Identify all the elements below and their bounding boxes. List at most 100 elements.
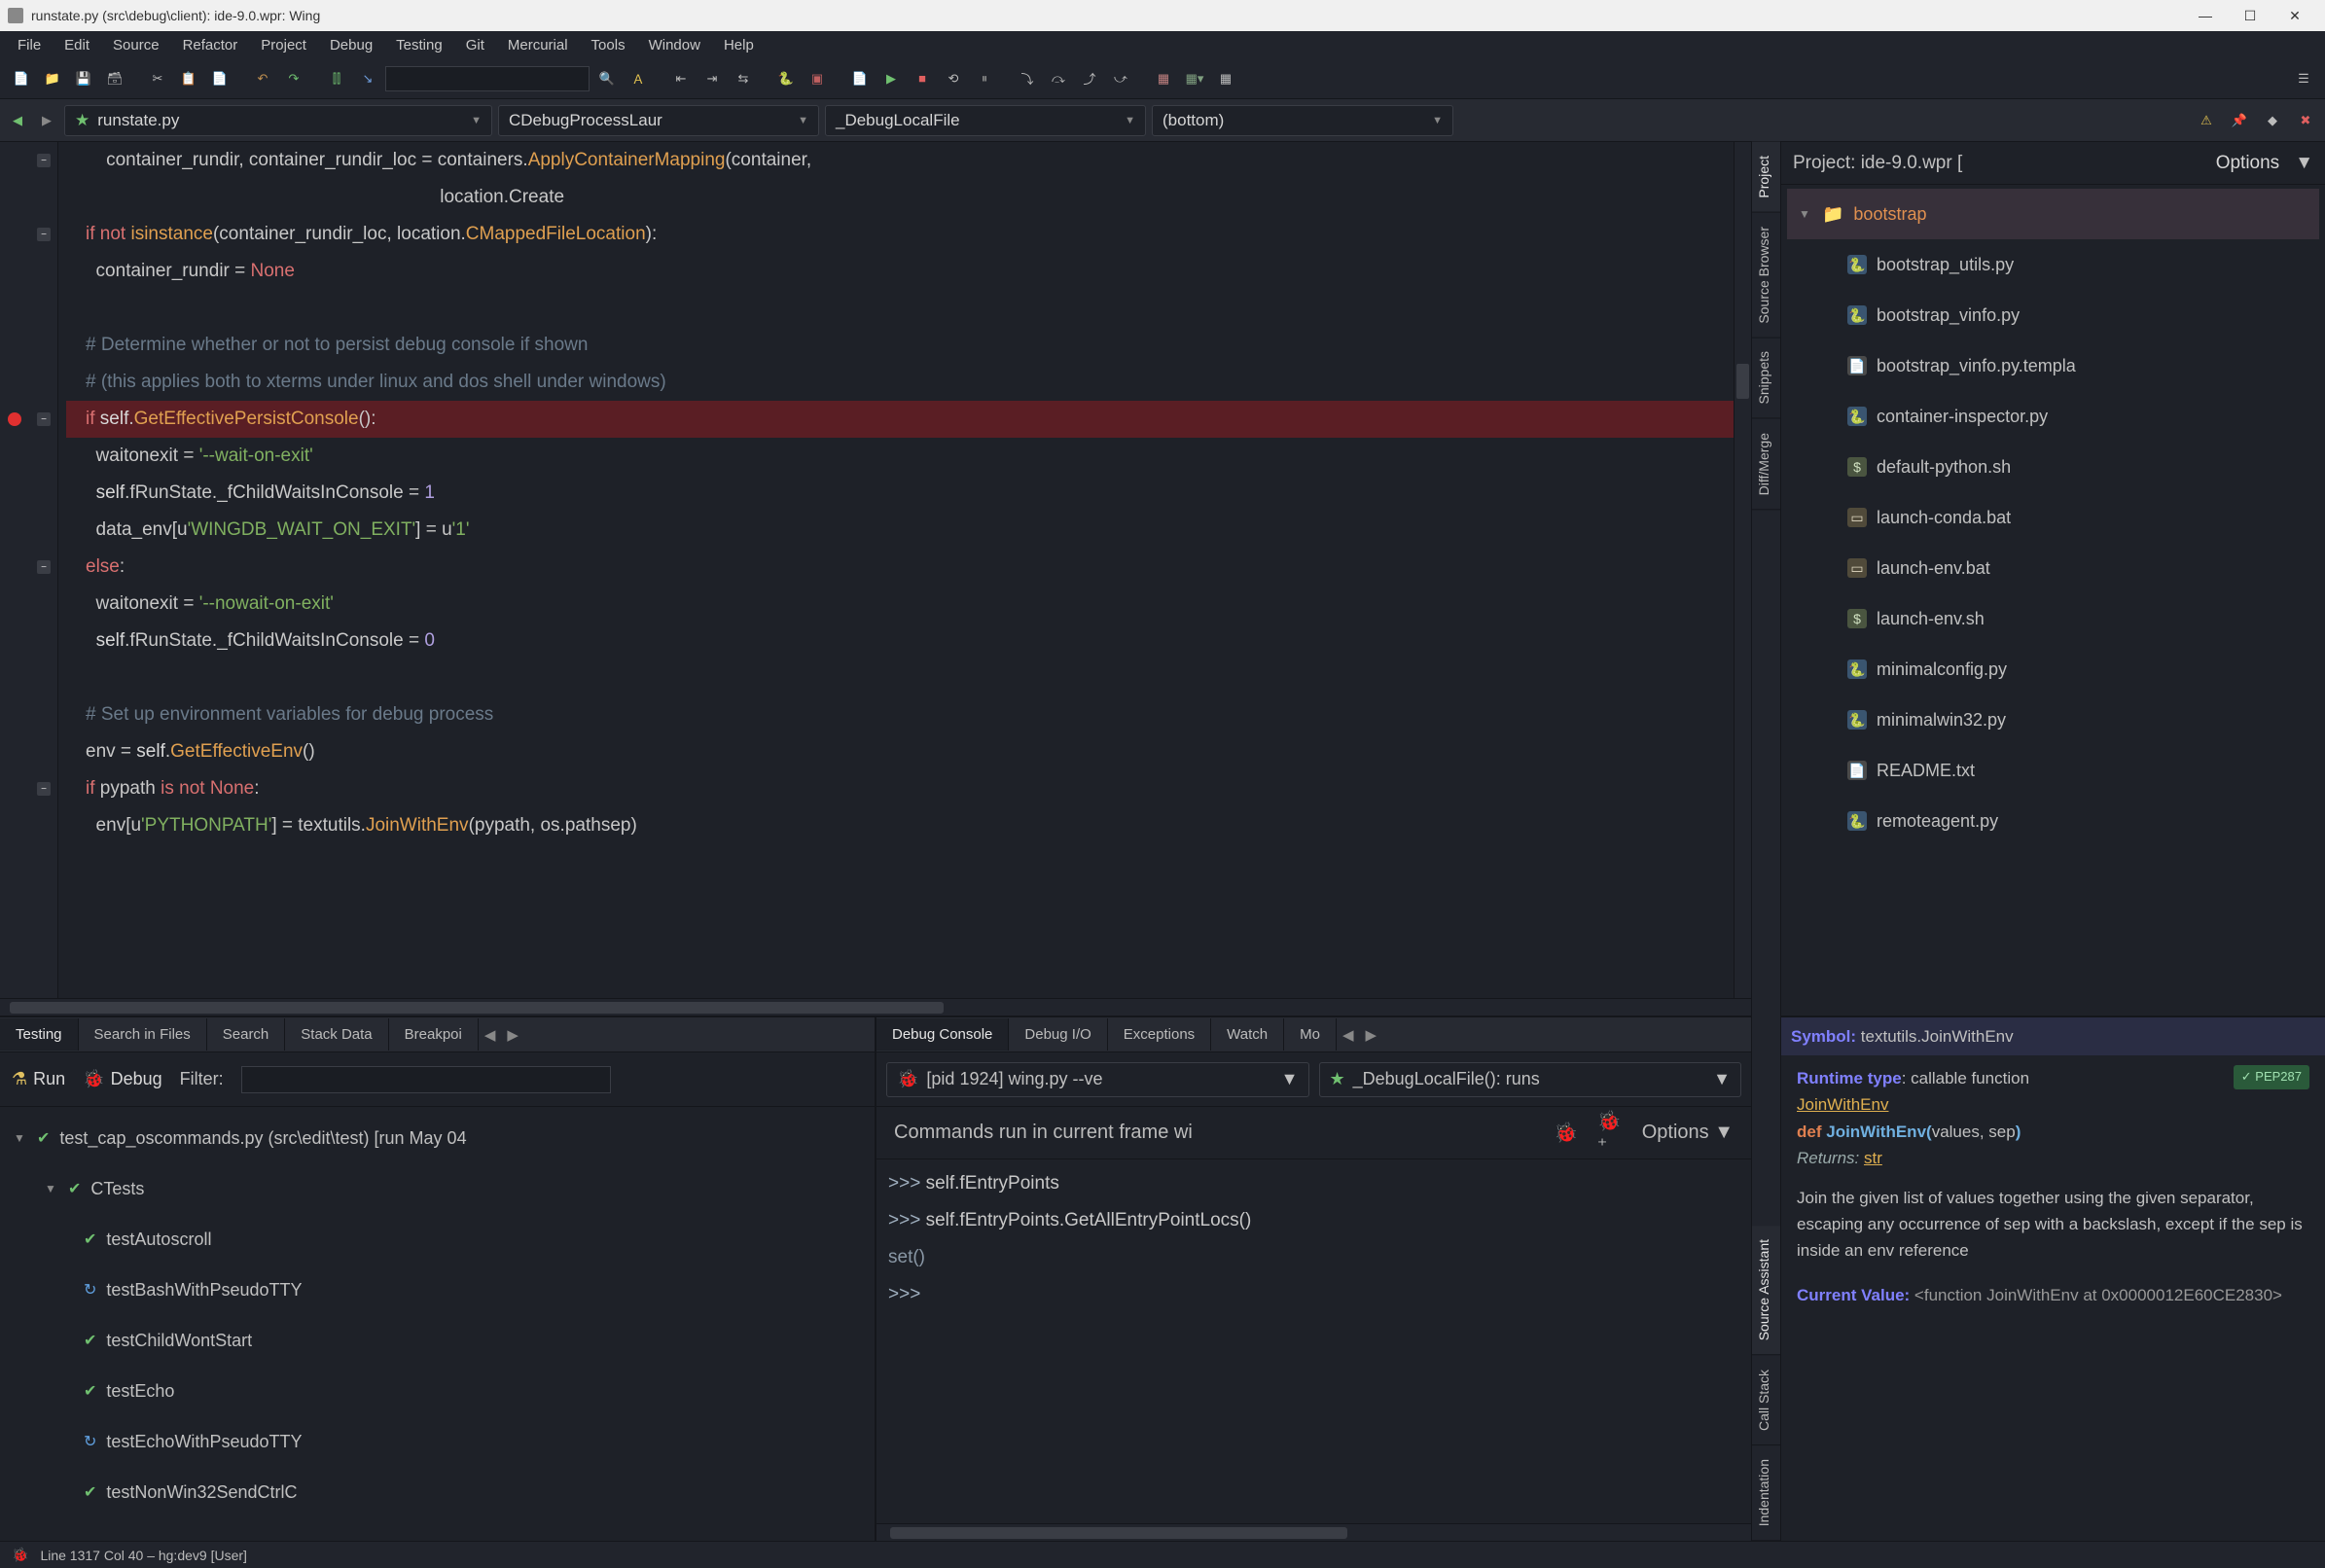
project-file-row[interactable]: ▭launch-env.bat <box>1787 543 2319 593</box>
project-file-row[interactable]: 🐍container-inspector.py <box>1787 391 2319 442</box>
stop-icon[interactable]: ■ <box>909 65 936 92</box>
play-icon[interactable]: ▶ <box>877 65 905 92</box>
hamburger-icon[interactable]: ☰ <box>2290 65 2317 92</box>
menu-tools[interactable]: Tools <box>580 33 637 57</box>
debug-tests-button[interactable]: 🐞 Debug <box>83 1069 161 1089</box>
fold-marker[interactable]: − <box>37 782 51 796</box>
minimap-viewport[interactable] <box>1736 364 1749 399</box>
cut-icon[interactable]: ✂ <box>144 65 171 92</box>
tab-search[interactable]: Search <box>207 1018 286 1051</box>
console-options[interactable]: Options ▼ <box>1642 1122 1734 1144</box>
tab-exceptions[interactable]: Exceptions <box>1108 1018 1211 1051</box>
tab-debug-console[interactable]: Debug Console <box>876 1018 1009 1051</box>
frame-selector[interactable]: ★ _DebugLocalFile(): runs ▼ <box>1319 1062 1742 1097</box>
breakpoint-marker[interactable] <box>8 412 21 426</box>
code-editor[interactable]: − − − − − container_rundir, container_ru… <box>0 142 1751 998</box>
test-file-row[interactable]: ▼ ✔ test_cap_oscommands.py (src\edit\tes… <box>8 1113 867 1163</box>
test-row[interactable]: ✔testChildWontStart <box>8 1315 867 1366</box>
menu-window[interactable]: Window <box>637 33 712 57</box>
filter-input[interactable] <box>241 1066 611 1093</box>
search-icon[interactable]: 🔍 <box>593 65 621 92</box>
editor-minimap[interactable] <box>1734 142 1751 998</box>
expand-icon[interactable]: ▼ <box>1797 206 1812 222</box>
tab-more[interactable]: Mo <box>1284 1018 1337 1051</box>
menu-refactor[interactable]: Refactor <box>171 33 250 57</box>
menu-file[interactable]: File <box>6 33 53 57</box>
test-row[interactable]: ↻testEchoWithPseudoTTY <box>8 1416 867 1467</box>
save-all-icon[interactable]: 🗃 <box>101 65 128 92</box>
vtab-source-assistant[interactable]: Source Assistant <box>1752 1226 1780 1355</box>
test-suite-row[interactable]: ▼ ✔ CTests <box>8 1163 867 1214</box>
file-selector[interactable]: ★ runstate.py ▼ <box>64 105 492 136</box>
copy-icon[interactable]: 📋 <box>175 65 202 92</box>
menu-debug[interactable]: Debug <box>318 33 384 57</box>
tab-debug-io[interactable]: Debug I/O <box>1009 1018 1107 1051</box>
save-icon[interactable]: 💾 <box>70 65 97 92</box>
vtab-source-browser[interactable]: Source Browser <box>1752 213 1780 339</box>
menu-help[interactable]: Help <box>712 33 766 57</box>
step-out-icon[interactable]: ⤴ <box>1076 65 1103 92</box>
editor-gutter[interactable]: − − − − − <box>0 142 58 998</box>
project-folder-row[interactable]: ▼ 📁 bootstrap <box>1787 189 2319 239</box>
python-icon[interactable]: 🐍 <box>772 65 800 92</box>
step-right-icon[interactable]: ⇥ <box>698 65 726 92</box>
project-file-row[interactable]: 🐍remoteagent.py <box>1787 796 2319 846</box>
open-folder-icon[interactable]: 📁 <box>39 65 66 92</box>
tab-scroll-right-icon[interactable]: ▶ <box>1360 1026 1383 1044</box>
new-file-icon[interactable]: 📄 <box>8 65 35 92</box>
test-row[interactable]: ✔testEcho <box>8 1366 867 1416</box>
project-file-row[interactable]: 🐍bootstrap_utils.py <box>1787 239 2319 290</box>
scroll-thumb[interactable] <box>10 1002 944 1014</box>
close-file-icon[interactable]: ✖ <box>2292 107 2319 134</box>
vtab-indentation[interactable]: Indentation <box>1752 1445 1780 1541</box>
run-to-icon[interactable]: ⤻ <box>1107 65 1134 92</box>
fold-marker[interactable]: − <box>37 412 51 426</box>
tab-testing[interactable]: Testing <box>0 1018 79 1051</box>
highlight-icon[interactable]: Ａ <box>625 65 652 92</box>
stop-square-icon[interactable]: ▣ <box>804 65 831 92</box>
maximize-button[interactable]: ☐ <box>2228 0 2272 31</box>
expand-icon[interactable]: ▼ <box>12 1130 27 1146</box>
layout2-icon[interactable]: ▦▾ <box>1181 65 1208 92</box>
bookmark-icon[interactable]: ◆ <box>2259 107 2286 134</box>
expand-icon[interactable]: ▼ <box>43 1181 58 1196</box>
pin-icon[interactable]: 📌 <box>2226 107 2253 134</box>
vtab-snippets[interactable]: Snippets <box>1752 338 1780 418</box>
restart-icon[interactable]: ⟲ <box>940 65 967 92</box>
step-left-icon[interactable]: ⇤ <box>667 65 695 92</box>
project-file-row[interactable]: 🐍bootstrap_vinfo.py <box>1787 290 2319 340</box>
tab-scroll-left-icon[interactable]: ◀ <box>1337 1026 1360 1044</box>
indent-guide-icon[interactable]: ⫿⫿ <box>323 65 350 92</box>
minimize-button[interactable]: — <box>2183 0 2228 31</box>
test-row[interactable]: ✔testAutoscroll <box>8 1214 867 1265</box>
test-row[interactable]: ✔testNonWin32SendCtrlC <box>8 1467 867 1517</box>
nav-forward-icon[interactable]: ▶ <box>35 109 58 132</box>
tab-breakpoints[interactable]: Breakpoi <box>389 1018 479 1051</box>
paste-icon[interactable]: 📄 <box>206 65 233 92</box>
tab-search-in-files[interactable]: Search in Files <box>79 1018 207 1051</box>
menu-git[interactable]: Git <box>454 33 496 57</box>
close-button[interactable]: ✕ <box>2272 0 2317 31</box>
console-h-scrollbar[interactable] <box>876 1523 1751 1541</box>
step-over-icon[interactable]: ⤼ <box>1045 65 1072 92</box>
swap-icon[interactable]: ⇆ <box>730 65 757 92</box>
scope-pos-selector[interactable]: (bottom) ▼ <box>1152 105 1453 136</box>
pause-icon[interactable]: ⏸ <box>971 65 998 92</box>
menu-mercurial[interactable]: Mercurial <box>496 33 580 57</box>
scroll-thumb[interactable] <box>890 1527 1347 1539</box>
redo-icon[interactable]: ↷ <box>280 65 307 92</box>
tab-scroll-left-icon[interactable]: ◀ <box>479 1026 502 1044</box>
project-file-row[interactable]: ▭launch-conda.bat <box>1787 492 2319 543</box>
project-file-row[interactable]: 🐍minimalconfig.py <box>1787 644 2319 695</box>
project-file-row[interactable]: 📄README.txt <box>1787 745 2319 796</box>
test-tree[interactable]: ▼ ✔ test_cap_oscommands.py (src\edit\tes… <box>0 1107 875 1541</box>
goto-icon[interactable]: ↘ <box>354 65 381 92</box>
layout3-icon[interactable]: ▦ <box>1212 65 1239 92</box>
fold-marker[interactable]: − <box>37 560 51 574</box>
test-row[interactable]: ↻testBashWithPseudoTTY <box>8 1265 867 1315</box>
scope-method-selector[interactable]: _DebugLocalFile ▼ <box>825 105 1146 136</box>
new-doc-icon[interactable]: 📄 <box>846 65 874 92</box>
fold-marker[interactable]: − <box>37 228 51 241</box>
sa-link[interactable]: JoinWithEnv <box>1797 1095 1888 1114</box>
fold-marker[interactable]: − <box>37 154 51 167</box>
